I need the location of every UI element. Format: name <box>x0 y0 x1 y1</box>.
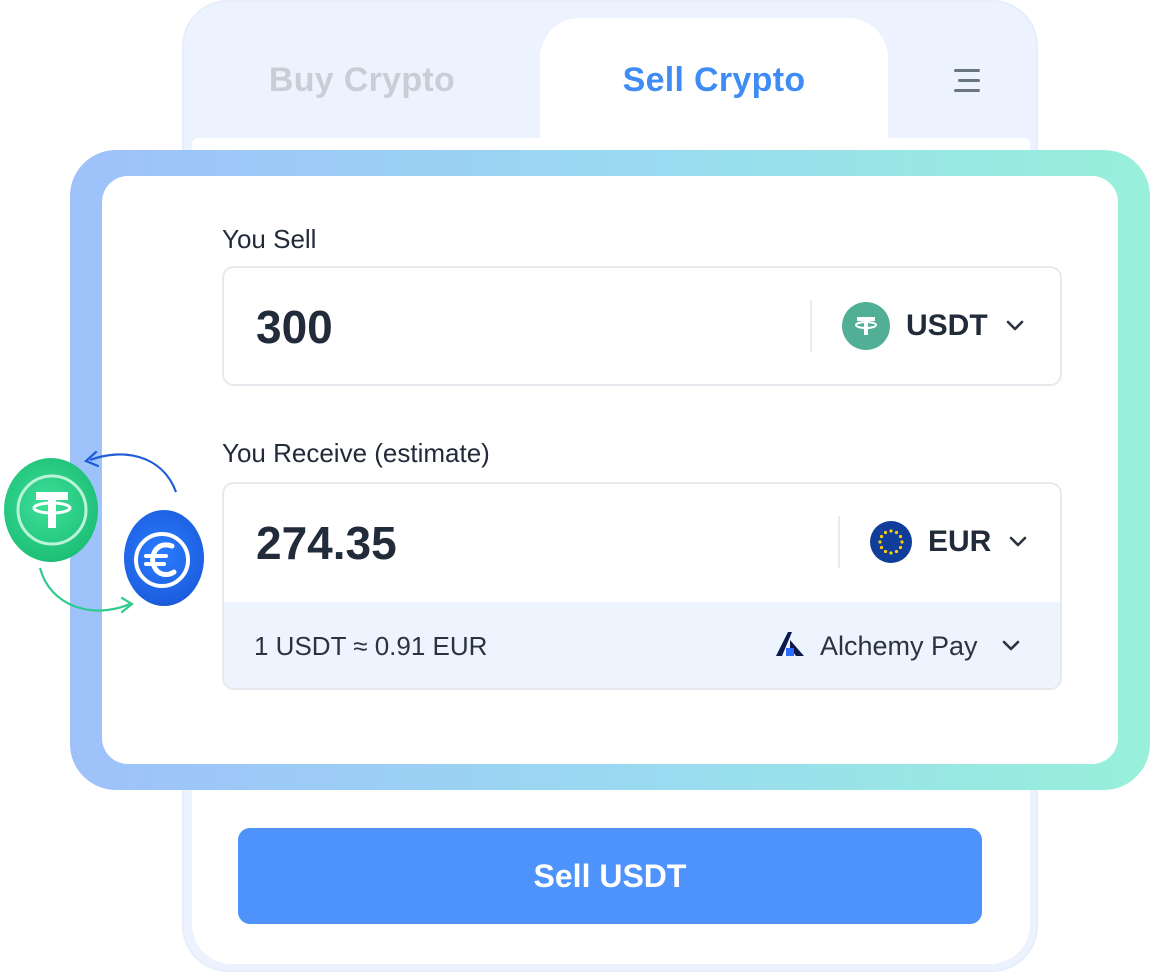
field-divider <box>838 516 840 568</box>
receive-amount-value: 274.35 <box>256 517 397 569</box>
exchange-card: You Sell 300 USDT You Receive (estimate) <box>102 176 1118 764</box>
rate-bar: 1 USDT ≈ 0.91 EUR Alchemy Pay <box>224 602 1060 688</box>
tab-buy-crypto[interactable]: Buy Crypto <box>184 18 540 142</box>
swap-arrows-icon <box>38 450 178 614</box>
chevron-down-icon <box>1007 531 1029 553</box>
menu-icon[interactable] <box>940 62 980 98</box>
chevron-down-icon <box>1004 315 1026 337</box>
euro-flag-icon <box>870 521 912 563</box>
highlight-frame: You Sell 300 USDT You Receive (estimate) <box>70 150 1150 790</box>
tab-sell-crypto[interactable]: Sell Crypto <box>540 18 888 142</box>
alchemy-pay-logo <box>774 630 806 663</box>
you-sell-label: You Sell <box>222 224 317 254</box>
receive-field: 274.35 EUR 1 USDT ≈ 0.91 EUR Alchemy Pay <box>222 482 1062 690</box>
receive-currency-select[interactable]: EUR <box>870 484 1029 600</box>
field-divider <box>810 300 812 352</box>
provider-select[interactable]: Alchemy Pay <box>774 602 1022 688</box>
you-receive-label: You Receive (estimate) <box>222 438 490 468</box>
sell-amount-input[interactable]: 300 <box>256 300 333 354</box>
provider-name: Alchemy Pay <box>820 630 978 661</box>
tether-icon <box>842 302 890 350</box>
sell-usdt-button[interactable]: Sell USDT <box>238 828 982 924</box>
sell-currency-select[interactable]: USDT <box>842 268 1026 384</box>
sell-currency-code: USDT <box>906 309 988 342</box>
exchange-rate: 1 USDT ≈ 0.91 EUR <box>254 630 488 661</box>
receive-currency-code: EUR <box>928 525 992 558</box>
chevron-down-icon <box>1000 635 1022 657</box>
sell-field: 300 USDT <box>222 266 1062 386</box>
